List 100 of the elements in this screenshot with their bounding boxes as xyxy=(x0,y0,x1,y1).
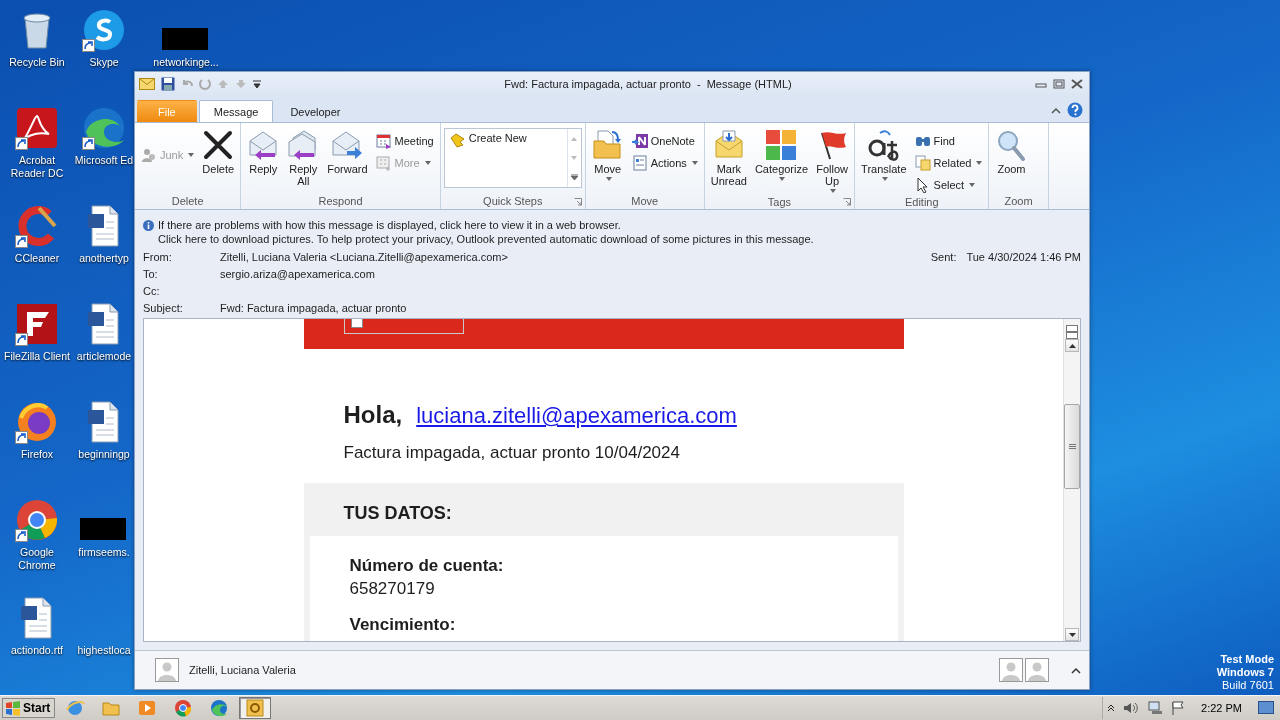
group-label: Zoom xyxy=(1004,194,1033,209)
desktop-icon-label[interactable]: actiondo.rtf xyxy=(1,644,73,657)
app-icon xyxy=(65,698,86,718)
maximize-icon[interactable] xyxy=(1053,79,1065,89)
ribbon-tab[interactable]: Developer xyxy=(275,100,356,122)
speaker-icon[interactable] xyxy=(1123,701,1140,715)
grid-icon xyxy=(375,155,392,171)
desktop-icon-label[interactable]: CCleaner xyxy=(1,252,73,265)
subtitle-text: Factura impagada, actuar pronto 10/04/2024 xyxy=(342,442,681,463)
envelope-icon xyxy=(139,78,155,90)
app-icon[interactable] xyxy=(82,8,126,52)
dialog-launcher-icon[interactable] xyxy=(843,198,852,206)
desktop-icon-label[interactable]: Google Chrome xyxy=(1,546,73,572)
help-icon[interactable] xyxy=(1067,102,1083,118)
field-label: Número de cuenta: xyxy=(349,556,505,576)
ribbon-button[interactable]: Move xyxy=(588,127,627,183)
app-icon[interactable] xyxy=(82,106,126,150)
app-icon xyxy=(245,698,266,718)
flag-icon[interactable] xyxy=(1171,701,1186,715)
info-bar-text[interactable]: Click here to download pictures. To help protect your privacy, Outlook prevented automatic download of some pictures in this message. xyxy=(158,232,814,246)
taskbar-app-button[interactable] xyxy=(239,697,272,719)
field-label: Vencimiento: xyxy=(349,615,457,635)
ribbon-button[interactable]: OneNote xyxy=(628,131,701,151)
ribbon-button[interactable]: Categorize xyxy=(751,127,812,183)
ribbon-button[interactable]: Find xyxy=(911,131,986,151)
group-label: Move xyxy=(630,194,660,209)
field-label: Cc: xyxy=(143,284,161,298)
down-arrow-icon xyxy=(1068,632,1076,637)
desktop-icon-label[interactable]: Microsoft Ed xyxy=(74,154,134,167)
ribbon-button[interactable]: Forward xyxy=(324,127,371,177)
desktop-icon-label[interactable]: beginningp xyxy=(78,448,130,461)
desktop-icon-label[interactable]: Recycle Bin xyxy=(1,56,73,69)
desktop-icon-label[interactable]: FileZilla Client xyxy=(1,350,73,363)
greeting-text: Hola, xyxy=(343,401,403,429)
system-notice-text: Windows 7 xyxy=(1216,666,1274,679)
clock-text[interactable]: 2:22 PM xyxy=(1201,702,1242,714)
desktop-icon-label[interactable]: highestloca xyxy=(77,644,131,657)
ribbon-button[interactable]: Actions xyxy=(628,153,701,173)
expand-pane-icon[interactable] xyxy=(1071,666,1081,674)
scroll-thumb[interactable] xyxy=(1064,404,1080,489)
email-link[interactable]: luciana.zitelli@apexamerica.com xyxy=(416,403,737,429)
reply-icon xyxy=(247,129,280,161)
person-silhouette-icon[interactable] xyxy=(1025,658,1049,682)
color-squares-icon xyxy=(765,129,798,161)
ribbon-button[interactable]: Mark Unread xyxy=(707,127,750,189)
desktop-icon-label[interactable]: networkinge... xyxy=(153,56,219,69)
document-icon xyxy=(631,155,648,171)
calendar-icon xyxy=(375,133,392,149)
person-silhouette-icon[interactable] xyxy=(999,658,1023,682)
info-bar-text[interactable]: If there are problems with how this message is displayed, click here to view it in a web browser. xyxy=(158,218,814,232)
app-icon[interactable] xyxy=(15,498,59,542)
customize-icon[interactable] xyxy=(253,79,261,89)
desktop-icon-label[interactable]: Firefox xyxy=(1,448,73,461)
group-label: Delete xyxy=(170,194,205,209)
section-title: TUS DATOS: xyxy=(342,503,453,524)
split-view-icon[interactable] xyxy=(1066,325,1078,339)
show-hidden-icons[interactable] xyxy=(1107,704,1116,712)
system-notice-text: Test Mode xyxy=(1220,653,1274,666)
ribbon-button[interactable]: Follow Up xyxy=(813,127,852,195)
windows-logo-icon xyxy=(5,700,21,716)
folder-icon xyxy=(591,129,624,161)
ribbon-button[interactable]: Reply xyxy=(244,127,283,177)
forward-icon xyxy=(331,129,364,161)
expand-icon[interactable] xyxy=(570,174,578,181)
desktop-icon-label[interactable]: anothertyp xyxy=(79,252,129,265)
redacted-icon xyxy=(80,518,126,540)
ribbon-button[interactable]: Zoom xyxy=(992,127,1031,177)
ribbon-button[interactable]: Meeting xyxy=(372,131,437,151)
redacted-icon xyxy=(162,28,208,50)
start-button[interactable]: Start xyxy=(2,698,56,718)
app-icon[interactable] xyxy=(15,400,59,444)
documents-icon xyxy=(914,155,931,171)
field-label: Sent: xyxy=(930,250,957,264)
desktop-icon-label[interactable]: articlemode xyxy=(76,350,132,363)
ribbon-button[interactable]: Select xyxy=(911,175,986,195)
person-icon xyxy=(141,147,157,163)
show-desktop-icon[interactable] xyxy=(1258,701,1274,715)
desktop-icon-label[interactable]: Acrobat Reader DC xyxy=(1,154,73,180)
desktop-icon-label[interactable]: Skype xyxy=(89,56,119,69)
ribbon-button[interactable]: Reply All xyxy=(284,127,323,189)
desktop-icon-label[interactable]: firmseems. xyxy=(78,546,130,559)
field-value: sergio.ariza@apexamerica.com xyxy=(220,267,376,281)
scroll-up-button[interactable] xyxy=(1065,339,1079,352)
network-icon[interactable] xyxy=(1147,701,1164,715)
save-icon[interactable] xyxy=(161,77,175,91)
ribbon-tab[interactable]: Message xyxy=(198,100,274,122)
dialog-launcher-icon[interactable] xyxy=(573,198,582,206)
app-icon[interactable] xyxy=(15,106,59,150)
ribbon-button[interactable]: Related xyxy=(911,153,986,173)
app-icon[interactable] xyxy=(15,302,59,346)
close-icon[interactable] xyxy=(1071,79,1083,89)
group-label: Quick Steps xyxy=(482,194,544,209)
envelope-icon xyxy=(712,129,745,161)
gallery-item[interactable]: Create New xyxy=(444,129,567,187)
group-label: Respond xyxy=(317,194,364,209)
field-label: To: xyxy=(143,267,159,281)
scroll-down-button[interactable] xyxy=(1065,628,1079,641)
collapse-ribbon-icon[interactable] xyxy=(1051,106,1061,114)
ribbon-button[interactable]: Delete xyxy=(199,127,238,177)
ribbon-button[interactable]: Translate xyxy=(858,127,910,183)
